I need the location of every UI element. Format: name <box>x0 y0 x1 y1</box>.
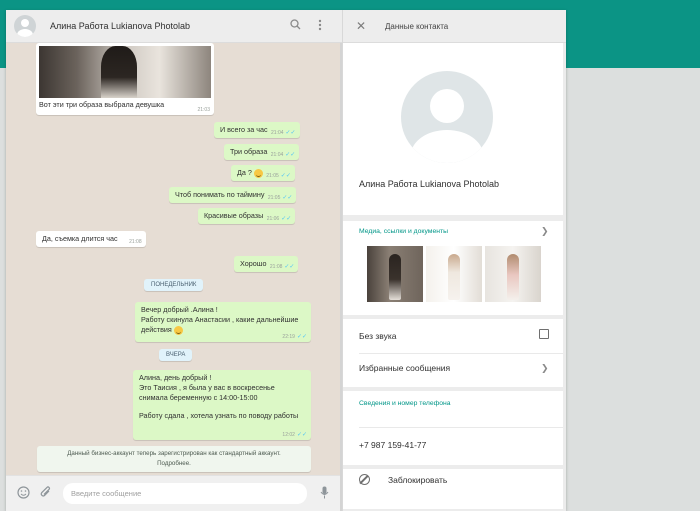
system-notice[interactable]: Данный бизнес-аккаунт теперь зарегистрир… <box>37 446 311 472</box>
message-text: И всего за час <box>220 125 268 134</box>
message-text: Чтоб понимать по таймину <box>175 190 265 199</box>
message-time: 21:03 <box>197 107 210 113</box>
read-ticks-icon: ✓✓ <box>296 334 307 340</box>
message-text: Работу скинула Анастасии , какие дальней… <box>141 315 299 324</box>
divider <box>359 353 563 354</box>
mute-label[interactable]: Без звука <box>359 331 397 341</box>
mic-icon[interactable] <box>320 486 329 502</box>
chevron-right-icon[interactable]: ❯ <box>541 226 549 237</box>
photo-caption: Вот эти три образа выбрала девушка <box>39 100 165 109</box>
about-label: Сведения и номер телефона <box>359 400 451 407</box>
message-text: Алина, день добрый ! <box>139 373 212 382</box>
starred-messages-link[interactable]: Избранные сообщения <box>359 363 450 373</box>
media-link[interactable]: Медиа, ссылки и документы <box>359 228 448 235</box>
block-icon[interactable] <box>359 474 370 485</box>
panel-title: Данные контакта <box>385 22 449 31</box>
message-text: Да ? <box>237 168 252 177</box>
about-section: Сведения и номер телефона +7 987 159-41-… <box>343 391 563 465</box>
read-ticks-icon: ✓✓ <box>285 130 296 136</box>
media-thumbnail[interactable] <box>485 246 541 302</box>
search-icon[interactable] <box>290 19 301 33</box>
read-ticks-icon: ✓✓ <box>281 216 292 222</box>
message-text: Красивые образы <box>204 211 264 220</box>
emoji-icon[interactable] <box>17 486 30 502</box>
outgoing-message[interactable]: Красивые образы 21:06 ✓✓ <box>198 208 296 224</box>
message-text: Работу сдала , хотела узнать по поводу р… <box>139 411 299 420</box>
profile-avatar[interactable] <box>401 71 493 163</box>
message-text: Хорошо <box>240 259 267 268</box>
message-text: Вечер добрый .Алина ! <box>141 305 218 314</box>
mute-checkbox[interactable] <box>539 329 549 339</box>
outgoing-message[interactable]: И всего за час 21:04 ✓✓ <box>214 122 300 138</box>
block-section[interactable]: Заблокировать <box>343 469 563 509</box>
date-divider: ПОНЕДЕЛЬНИК <box>144 279 204 291</box>
close-icon[interactable]: ✕ <box>356 19 366 33</box>
message-list[interactable]: Вот эти три образа выбрала девушка 21:03… <box>6 43 342 475</box>
outgoing-message[interactable]: Чтоб понимать по таймину 21:05 ✓✓ <box>169 187 297 203</box>
system-notice-text: Данный бизнес-аккаунт теперь зарегистрир… <box>67 450 281 457</box>
message-text: действия <box>141 325 172 334</box>
chat-avatar[interactable] <box>14 15 36 37</box>
photo-thumbnail[interactable] <box>39 46 211 98</box>
contact-info-panel: ✕ Данные контакта Алина Работа Lukianova… <box>342 10 566 511</box>
chevron-right-icon[interactable]: ❯ <box>541 363 549 374</box>
media-thumbnail[interactable] <box>426 246 482 302</box>
contact-name: Алина Работа Lukianova Photolab <box>359 179 500 189</box>
read-ticks-icon: ✓✓ <box>282 195 293 201</box>
outgoing-message[interactable]: Да ? 21:05 ✓✓ <box>231 165 295 181</box>
chat-title[interactable]: Алина Работа Lukianova Photolab <box>50 21 190 31</box>
read-ticks-icon: ✓✓ <box>280 173 291 179</box>
phone-number[interactable]: +7 987 159-41-77 <box>359 440 426 450</box>
outgoing-message[interactable]: Алина, день добрый ! Это Таисия , я была… <box>133 370 311 440</box>
read-ticks-icon: ✓✓ <box>284 264 295 270</box>
block-button[interactable]: Заблокировать <box>388 475 447 485</box>
photo-message[interactable]: Вот эти три образа выбрала девушка 21:03 <box>36 43 214 115</box>
message-text: Три образа <box>230 147 268 156</box>
incoming-message[interactable]: Да, съемка длится час 21:08 <box>36 231 146 247</box>
message-text: Это Таисия , я была у вас в воскресенье <box>139 383 275 392</box>
smile-emoji-icon <box>253 168 263 178</box>
message-text: снимала беременную с 14:00-15:00 <box>139 393 258 402</box>
composer-bar: Введите сообщение <box>6 475 342 511</box>
profile-section: Алина Работа Lukianova Photolab <box>343 43 563 215</box>
read-ticks-icon: ✓✓ <box>296 432 307 438</box>
chat-header[interactable]: Алина Работа Lukianova Photolab <box>6 10 342 43</box>
whatsapp-window: Алина Работа Lukianova Photolab Вот эти … <box>6 10 566 511</box>
message-input[interactable]: Введите сообщение <box>63 483 307 504</box>
chat-pane: Алина Работа Lukianova Photolab Вот эти … <box>6 10 344 511</box>
date-divider: ВЧЕРА <box>159 349 193 361</box>
outgoing-message[interactable]: Хорошо 21:08 ✓✓ <box>234 256 299 272</box>
outgoing-message[interactable]: Три образа 21:04 ✓✓ <box>224 144 300 160</box>
menu-icon[interactable] <box>318 19 322 34</box>
panel-header: ✕ Данные контакта <box>343 10 566 43</box>
media-thumbnail[interactable] <box>367 246 423 302</box>
divider <box>359 427 563 428</box>
learn-more-link[interactable]: Подробнее. <box>41 459 307 469</box>
outgoing-message[interactable]: Вечер добрый .Алина ! Работу скинула Ана… <box>135 302 311 342</box>
smile-emoji-icon <box>173 325 183 335</box>
message-text: Да, съемка длится час <box>42 234 118 243</box>
read-ticks-icon: ✓✓ <box>285 152 296 158</box>
settings-section: Без звука Избранные сообщения ❯ <box>343 319 563 387</box>
attach-icon[interactable] <box>40 486 52 502</box>
